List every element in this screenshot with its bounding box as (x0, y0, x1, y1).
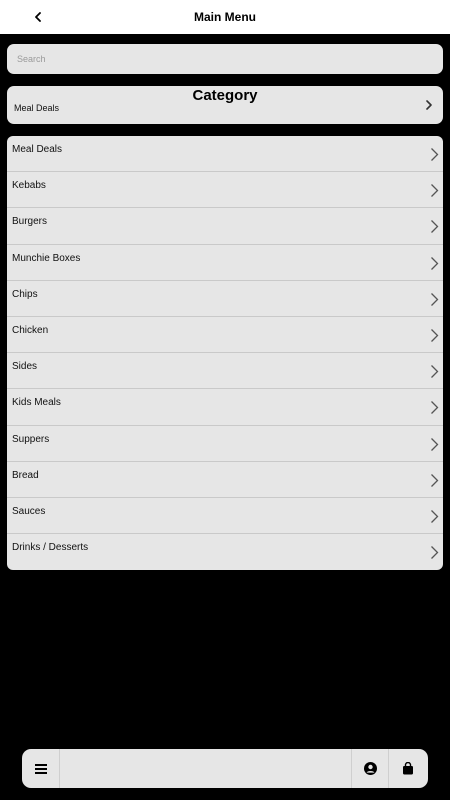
user-account-icon (363, 762, 377, 775)
chevron-right-icon (431, 148, 439, 161)
chevron-right-icon (431, 401, 439, 415)
bottom-nav-bar (22, 749, 428, 788)
chevron-left-icon (35, 12, 41, 22)
chevron-right-icon (431, 546, 439, 560)
shopping-bag-icon (403, 762, 413, 775)
menu-category-item[interactable]: Chicken (7, 317, 443, 354)
header-bar: Main Menu (0, 0, 450, 34)
menu-category-item[interactable]: Suppers (7, 426, 443, 462)
menu-category-item[interactable]: Kebabs (7, 172, 443, 209)
menu-category-label: Bread (12, 469, 39, 481)
menu-category-label: Chips (12, 288, 38, 300)
chevron-right-icon (431, 256, 439, 270)
menu-category-item[interactable]: Bread (7, 462, 443, 498)
search-input[interactable] (7, 44, 443, 74)
hamburger-menu-icon (34, 763, 47, 774)
cart-button[interactable] (389, 749, 427, 788)
menu-category-label: Kebabs (12, 180, 46, 192)
chevron-right-icon (431, 473, 439, 487)
menu-category-label: Sides (12, 361, 38, 373)
menu-category-label: Kids Meals (12, 397, 61, 409)
menu-category-label: Meal Deals (12, 144, 63, 155)
menu-category-item[interactable]: Chips (7, 281, 443, 317)
menu-category-item[interactable]: Meal Deals (7, 136, 443, 173)
back-button[interactable] (28, 7, 48, 27)
menu-category-label: Burgers (12, 216, 48, 228)
menu-category-item[interactable]: Burgers (7, 208, 443, 245)
menu-category-label: Munchie Boxes (12, 252, 81, 264)
category-selector[interactable]: Category Meal Deals (7, 86, 443, 124)
chevron-right-icon (431, 292, 439, 306)
chevron-right-icon (431, 365, 439, 379)
menu-category-item[interactable]: Sauces (7, 498, 443, 535)
chevron-right-icon (431, 509, 439, 523)
menu-category-label: Sauces (12, 505, 46, 517)
chevron-right-icon (431, 437, 439, 451)
chevron-right-icon (426, 100, 432, 110)
menu-category-label: Drinks / Desserts (12, 542, 89, 554)
account-button[interactable] (351, 749, 389, 788)
chevron-right-icon (431, 220, 439, 234)
menu-category-label: Suppers (12, 433, 50, 445)
menu-category-label: Chicken (12, 324, 49, 336)
menu-category-item[interactable]: Kids Meals (7, 389, 443, 426)
chevron-right-icon (431, 184, 439, 198)
menu-category-item[interactable]: Sides (7, 353, 443, 390)
category-title: Category (192, 87, 258, 104)
menu-category-item[interactable]: Munchie Boxes (7, 245, 443, 281)
page-title: Main Menu (194, 10, 256, 24)
category-selected-value: Meal Deals (14, 103, 60, 113)
chevron-right-icon (431, 328, 439, 342)
menu-category-list: Meal Deals Kebabs Burgers Munchie Boxes Chip… (7, 136, 443, 570)
menu-button[interactable] (22, 749, 60, 788)
menu-category-item[interactable]: Drinks / Desserts (7, 534, 443, 570)
